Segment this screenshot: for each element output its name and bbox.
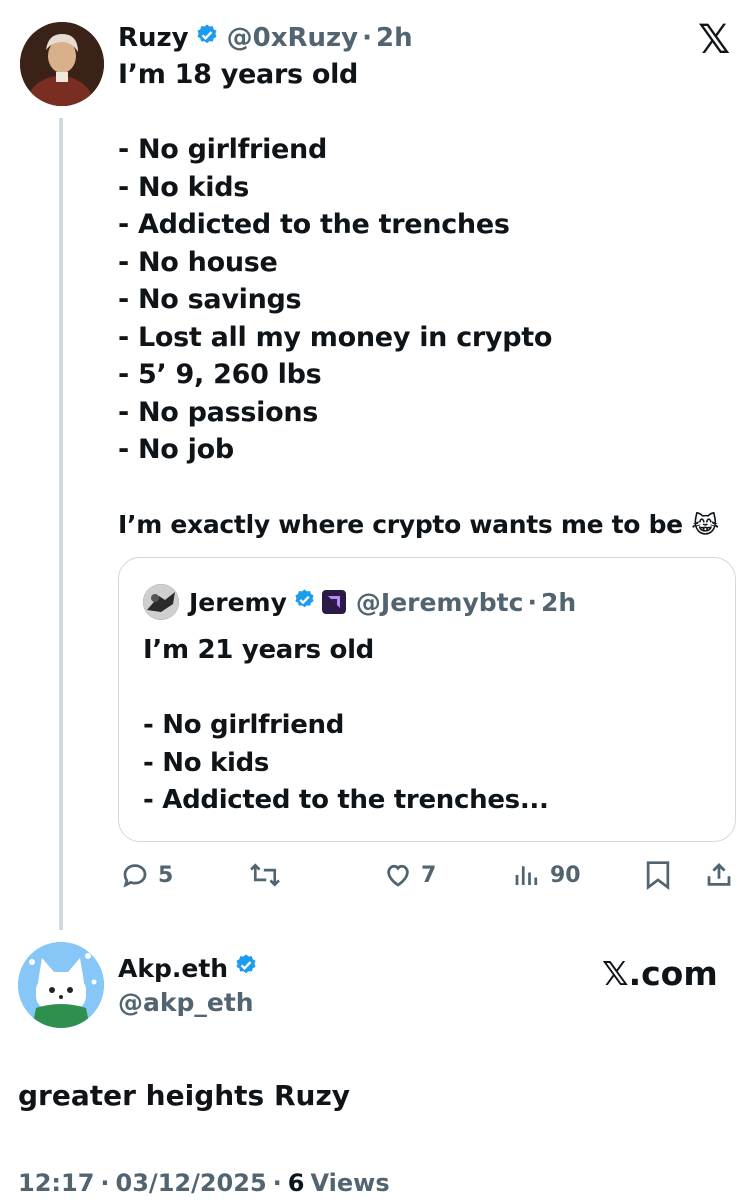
reply-date[interactable]: 03/12/2025 [116, 1166, 267, 1200]
verified-badge-icon [293, 588, 316, 617]
crying-cat-emoji-icon: 😹 [691, 511, 719, 539]
bookmark-icon [646, 861, 670, 891]
tweet-text-line [118, 94, 719, 132]
retweet-button[interactable] [248, 858, 290, 892]
quoted-tweet-header: Jeremy @Jeremybtc · 2h [143, 584, 576, 620]
timestamp[interactable]: 2h [376, 23, 413, 53]
quoted-tweet-card[interactable]: Jeremy @Jeremybtc · 2h I’m 21 years old … [118, 557, 736, 842]
tweet-header: Ruzy @0xRuzy · 2h [118, 20, 413, 56]
quoted-text-line: - Addicted to the trenches... [143, 785, 549, 815]
x-com-logo: 𝕏.com [602, 954, 718, 993]
like-button[interactable]: 7 [383, 858, 436, 892]
tweet-text-line [118, 469, 719, 507]
avatar[interactable] [20, 22, 104, 106]
bookmark-button[interactable] [644, 858, 672, 892]
tweet-body: I’m 18 years old - No girlfriend - No ki… [118, 56, 719, 545]
separator: · [272, 1169, 282, 1197]
views-number: 6 [287, 1169, 305, 1197]
retweet-icon [250, 863, 280, 887]
reply-avatar[interactable] [18, 942, 104, 1028]
tweet-text-line: - No savings [118, 284, 302, 315]
separator: · [362, 23, 372, 53]
tweet-text-line: - No kids [118, 171, 250, 203]
reply-button[interactable]: 5 [120, 858, 173, 892]
thread-line [59, 118, 63, 930]
tweet-final-line: I’m exactly where crypto wants me to be … [118, 506, 719, 545]
reply-bubble-icon [123, 864, 147, 888]
separator: · [100, 1169, 110, 1197]
handle[interactable]: @0xRuzy [227, 23, 358, 53]
reply-text: greater heights Ruzy [18, 1079, 351, 1112]
quoted-text-line [143, 670, 549, 708]
reply-header: Akp.eth [118, 950, 258, 986]
separator: · [527, 587, 537, 617]
reply-count: 5 [158, 862, 174, 888]
views-label: Views [310, 1169, 390, 1197]
quoted-avatar[interactable] [143, 584, 179, 620]
quoted-text-line: - No girlfriend [143, 710, 345, 740]
quoted-handle[interactable]: @Jeremybtc [356, 588, 524, 617]
like-count: 7 [421, 862, 437, 888]
heart-icon [387, 864, 409, 887]
tweet-text-line: - 5’ 9, 260 lbs [118, 359, 322, 390]
quoted-tweet-body: I’m 21 years old - No girlfriend - No ki… [143, 632, 549, 820]
tweet-text-line: - No job [118, 434, 234, 465]
tweet-text-line: - Lost all my money in crypto [118, 321, 553, 353]
tweet-text-line: - No house [118, 246, 278, 278]
tweet-text-line: I’m 18 years old [118, 59, 359, 90]
reply-handle[interactable]: @akp_eth [118, 986, 254, 1020]
share-button[interactable] [704, 858, 734, 892]
share-icon [707, 863, 731, 886]
quoted-display-name[interactable]: Jeremy [189, 588, 287, 617]
reply-display-name[interactable]: Akp.eth [118, 954, 228, 983]
tweet-text: I’m exactly where crypto wants me to be [118, 510, 683, 539]
tweet-text-line: - No passions [118, 396, 319, 428]
affiliate-badge-icon[interactable] [321, 590, 346, 614]
verified-badge-icon [234, 953, 258, 983]
tweet-text-line: - No girlfriend [118, 134, 327, 165]
quoted-text-line: I’m 21 years old [143, 635, 374, 665]
views-count: 90 [550, 862, 581, 888]
bar-chart-icon [515, 866, 538, 885]
quoted-timestamp[interactable]: 2h [541, 588, 576, 617]
tweet-text-line: - Addicted to the trenches [118, 209, 510, 240]
verified-badge-icon [195, 23, 219, 54]
quoted-text-line: - No kids [143, 747, 270, 778]
reply-time[interactable]: 12:17 [18, 1166, 94, 1200]
reply-meta: 12:17 · 03/12/2025 · 6 Views [18, 1166, 390, 1200]
display-name[interactable]: Ruzy [118, 23, 189, 53]
views-button[interactable]: 90 [512, 858, 581, 892]
